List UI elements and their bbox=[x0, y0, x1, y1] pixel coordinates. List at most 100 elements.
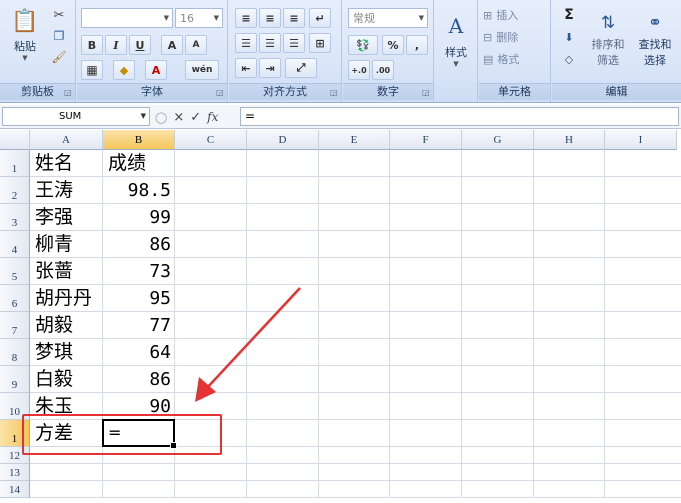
comma-button[interactable]: , bbox=[406, 35, 428, 55]
sort-filter-button[interactable]: ⇅ 排序和 筛选 bbox=[586, 4, 630, 76]
font-group-label: 字体 bbox=[77, 83, 227, 100]
brush-icon: 🖌 bbox=[51, 50, 67, 64]
align-center-icon: ☰ bbox=[265, 36, 275, 50]
fill-down-icon: ⬇ bbox=[564, 30, 574, 44]
increase-decimal-button[interactable]: +.0 bbox=[348, 60, 370, 80]
align-right-icon: ☰ bbox=[289, 36, 299, 50]
editing-group: Σ ⬇ ◇ ⇅ 排序和 筛选 ⚭ 查找和 选择 编辑 bbox=[552, 0, 681, 102]
cells-group-label: 单元格 bbox=[479, 83, 550, 100]
orientation-button[interactable]: ⤢ bbox=[285, 58, 317, 78]
styles-group: A 样式 ▼ bbox=[435, 0, 478, 102]
font-group: ▼ 16 ▼ B I U A A ▦ ◆ A wén 字体 ◲ bbox=[77, 0, 228, 102]
increase-indent-button[interactable]: ⇥ bbox=[259, 58, 281, 78]
spreadsheet-grid[interactable]: ABCDEFGHI 1 2 3 4 5 6 7 8 9 10 1 12 13 14 姓名 成绩 王涛 98.5 李… bbox=[0, 130, 681, 503]
alignment-group-label: 对齐方式 bbox=[229, 83, 341, 100]
chevron-down-icon: ▼ bbox=[453, 60, 459, 68]
styles-button[interactable]: A 样式 ▼ bbox=[438, 6, 474, 76]
cells-group: ⊞ 插入 ⊟ 删除 ▤ 格式 单元格 bbox=[479, 0, 551, 102]
border-button[interactable]: ▦ bbox=[81, 60, 103, 80]
binoculars-icon: ⚭ bbox=[647, 12, 663, 33]
decrease-decimal-button[interactable]: .00 bbox=[372, 60, 394, 80]
align-middle-icon: ≡ bbox=[265, 11, 275, 25]
ribbon: 📋 粘贴 ▼ ✂ ❐ 🖌 剪贴板 ◲ ▼ 16 ▼ B I U A A ▦ ◆ … bbox=[0, 0, 681, 103]
dialog-launcher-icon[interactable]: ◲ bbox=[64, 89, 72, 97]
name-box[interactable]: SUM ▼ bbox=[2, 107, 150, 126]
enter-icon[interactable]: ✓ bbox=[190, 110, 201, 125]
autosum-button[interactable]: Σ bbox=[556, 6, 582, 24]
copy-button[interactable]: ❐ bbox=[48, 27, 70, 45]
dialog-launcher-icon[interactable]: ◲ bbox=[422, 89, 430, 97]
indent-icon: ⇥ bbox=[265, 61, 275, 75]
currency-button[interactable]: 💱 bbox=[348, 35, 378, 55]
font-size-combo[interactable]: 16 ▼ bbox=[175, 8, 223, 28]
scissors-icon: ✂ bbox=[53, 7, 65, 23]
alignment-group: ≡ ≡ ≡ ↵ ☰ ☰ ☰ ⊞ ⇤ ⇥ ⤢ 对齐方式 ◲ bbox=[229, 0, 342, 102]
wrap-text-button[interactable]: ↵ bbox=[309, 8, 331, 28]
align-left-button[interactable]: ☰ bbox=[235, 33, 257, 53]
shrink-font-button[interactable]: A bbox=[185, 35, 207, 55]
clipboard-group: 📋 粘贴 ▼ ✂ ❐ 🖌 剪贴板 ◲ bbox=[0, 0, 76, 102]
paste-button[interactable]: 📋 粘贴 ▼ bbox=[6, 4, 44, 66]
chevron-down-icon: ▼ bbox=[213, 14, 219, 22]
orientation-icon: ⤢ bbox=[296, 61, 306, 74]
fill-button[interactable]: ⬇ bbox=[556, 28, 582, 46]
currency-icon: 💱 bbox=[356, 38, 370, 52]
bold-button[interactable]: B bbox=[81, 35, 103, 55]
number-group-label: 数字 bbox=[343, 83, 433, 100]
outdent-icon: ⇤ bbox=[241, 61, 251, 75]
merge-center-button[interactable]: ⊞ bbox=[309, 33, 331, 53]
font-name-combo[interactable]: ▼ bbox=[81, 8, 173, 28]
annotation-arrow bbox=[195, 287, 301, 402]
wrap-text-icon: ↵ bbox=[315, 11, 325, 25]
find-select-button[interactable]: ⚭ 查找和 选择 bbox=[632, 4, 678, 76]
clipboard-icon: 📋 bbox=[11, 8, 39, 34]
insert-button[interactable]: ⊞ 插入 bbox=[483, 6, 547, 24]
align-bottom-icon: ≡ bbox=[289, 11, 299, 25]
merge-icon: ⊞ bbox=[315, 36, 325, 50]
clear-button[interactable]: ◇ bbox=[556, 50, 582, 68]
formula-bar-buttons: ◯ × ✓ fx bbox=[155, 107, 218, 127]
dialog-launcher-icon[interactable]: ◲ bbox=[216, 89, 224, 97]
chevron-down-icon: ▼ bbox=[22, 53, 28, 62]
chevron-down-icon: ▼ bbox=[163, 14, 169, 22]
sort-icon: ⇅ bbox=[600, 12, 616, 33]
align-top-button[interactable]: ≡ bbox=[235, 8, 257, 28]
format-button[interactable]: ▤ 格式 bbox=[483, 50, 547, 68]
dialog-launcher-icon[interactable]: ◲ bbox=[330, 89, 338, 97]
align-top-icon: ≡ bbox=[241, 11, 251, 25]
circle-icon: ◯ bbox=[155, 110, 168, 124]
border-icon: ▦ bbox=[86, 63, 98, 77]
insert-function-icon[interactable]: fx bbox=[207, 110, 218, 124]
cancel-icon[interactable]: × bbox=[173, 110, 184, 125]
styles-icon: A bbox=[448, 14, 464, 38]
copy-icon: ❐ bbox=[53, 29, 65, 43]
grow-font-button[interactable]: A bbox=[161, 35, 183, 55]
number-format-combo[interactable]: 常规 ▼ bbox=[348, 8, 428, 28]
align-right-button[interactable]: ☰ bbox=[283, 33, 305, 53]
underline-button[interactable]: U bbox=[129, 35, 151, 55]
number-group: 常规 ▼ 💱 % , +.0 .00 数字 ◲ bbox=[343, 0, 434, 102]
chevron-down-icon[interactable]: ▼ bbox=[141, 108, 146, 125]
cut-button[interactable]: ✂ bbox=[48, 6, 70, 24]
percent-button[interactable]: % bbox=[382, 35, 404, 55]
align-bottom-button[interactable]: ≡ bbox=[283, 8, 305, 28]
align-left-icon: ☰ bbox=[241, 36, 251, 50]
editing-group-label: 编辑 bbox=[552, 83, 681, 100]
fill-color-button[interactable]: ◆ bbox=[113, 60, 135, 80]
paint-bucket-icon: ◆ bbox=[119, 63, 129, 77]
formula-bar: SUM ▼ ◯ × ✓ fx = bbox=[0, 105, 681, 129]
format-cells-icon: ▤ bbox=[483, 52, 494, 66]
phonetic-button[interactable]: wén bbox=[185, 60, 219, 80]
formula-input[interactable]: = bbox=[240, 107, 679, 126]
italic-button[interactable]: I bbox=[105, 35, 127, 55]
delete-cells-icon: ⊟ bbox=[483, 30, 493, 44]
eraser-icon: ◇ bbox=[564, 52, 574, 66]
font-color-button[interactable]: A bbox=[145, 60, 167, 80]
delete-button[interactable]: ⊟ 删除 bbox=[483, 28, 547, 46]
align-middle-button[interactable]: ≡ bbox=[259, 8, 281, 28]
align-center-button[interactable]: ☰ bbox=[259, 33, 281, 53]
annotation-arrow-line bbox=[204, 287, 301, 391]
chevron-down-icon: ▼ bbox=[418, 14, 424, 22]
decrease-indent-button[interactable]: ⇤ bbox=[235, 58, 257, 78]
format-painter-button[interactable]: 🖌 bbox=[48, 48, 70, 66]
